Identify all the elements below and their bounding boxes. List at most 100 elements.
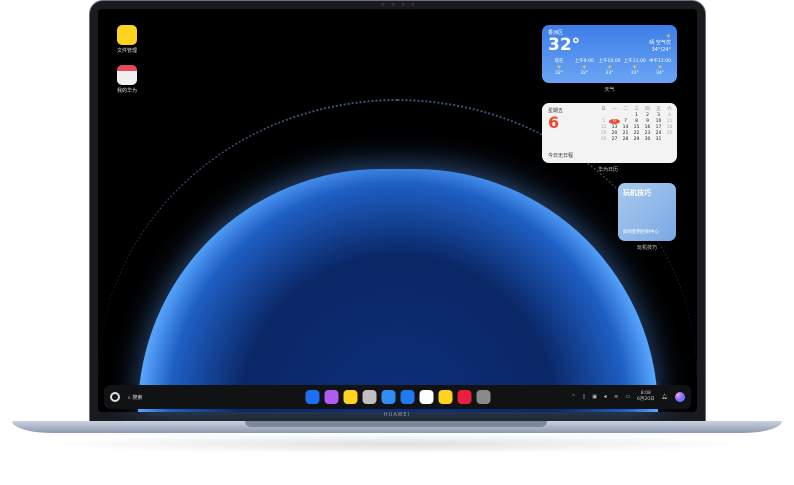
desktop-icon-file-manager[interactable]: 文件管理 [116, 25, 138, 54]
calendar-date[interactable]: 29 [631, 137, 642, 142]
app-gallery-icon[interactable] [457, 390, 471, 404]
tablet-icon[interactable]: ▯ [582, 394, 585, 400]
gallery-folder-icon[interactable] [324, 390, 338, 404]
calendar-date[interactable]: 24 [653, 131, 664, 136]
tips-widget[interactable]: 玩机技巧 如何使用控制中心 [618, 183, 676, 241]
forecast-item: 上午10:00 ☀ 33° [599, 58, 621, 76]
calendar-date[interactable]: 23 [642, 131, 653, 136]
huawei-icon [117, 65, 137, 85]
settings-icon[interactable] [476, 390, 490, 404]
search-label: 搜索 [132, 394, 143, 401]
photos-icon[interactable] [419, 390, 433, 404]
volume-icon[interactable]: 🔊︎ [604, 394, 607, 400]
sun-icon: ☀ [606, 64, 613, 71]
calendar-date[interactable]: 30 [642, 137, 653, 142]
weather-condition: 晴 空气优 [649, 40, 671, 46]
notes-icon[interactable] [343, 390, 357, 404]
calendar-date[interactable]: 27 [609, 137, 620, 142]
battery-icon[interactable]: ▭ [625, 394, 630, 400]
calendar-date[interactable]: 1 [631, 113, 642, 118]
camera [381, 3, 414, 6]
calendar-date[interactable]: 14 [620, 125, 631, 130]
assistant-icon[interactable] [675, 392, 685, 402]
calendar-date[interactable]: 25 [664, 131, 675, 136]
calendar-date[interactable]: 13 [609, 125, 620, 130]
calendar-date[interactable]: 3 [653, 113, 664, 118]
tips-title: 玩机技巧 [623, 189, 651, 197]
calendar-date[interactable]: 17 [653, 125, 664, 130]
calendar-date[interactable]: 4 [664, 113, 675, 118]
calendar-header: 四 [645, 107, 650, 112]
calendar-date[interactable]: 26 [598, 137, 609, 142]
weather-widget[interactable]: 香洲区 32° ☀ 晴 空气优 34°/24° 现在 ☀ 32° 上午9:00 ☀ 32° 上午… [542, 25, 677, 83]
icon-label: 文件管理 [116, 48, 137, 54]
calendar-date[interactable]: 31 [653, 137, 664, 142]
clock-date: 6月20日 [637, 397, 655, 402]
forecast-item: 现在 ☀ 32° [548, 58, 570, 76]
wifi-icon[interactable]: ≋ [614, 394, 618, 400]
forecast-temp: 33° [605, 71, 614, 76]
calendar-date[interactable]: 12 [598, 125, 609, 130]
recycle-bin-icon[interactable] [362, 390, 376, 404]
calendar-grid: 日一二三四五六 1 2 3 4 5 6 7 8 9 10 11 12 13 14 15 16 17 18 19 20 21… [598, 106, 675, 142]
tips-subtitle: 如何使用控制中心 [623, 230, 659, 235]
calendar-date[interactable]: 2 [642, 113, 653, 118]
calendar-date[interactable]: 11 [664, 119, 675, 124]
system-tray: ⌃ ▯ ▣ 🔊︎ ≋ ▭ 8:08 6月20日 🔔︎ [571, 391, 685, 403]
bell-icon[interactable]: 🔔︎ [662, 394, 668, 400]
calendar-date[interactable]: 21 [620, 131, 631, 136]
folder-icon [117, 25, 137, 45]
forecast-item: 中午12:00 ☀ 34° [649, 58, 671, 76]
forecast-temp: 33° [630, 71, 639, 76]
calendar-date[interactable]: 20 [609, 131, 620, 136]
calendar-date [664, 137, 675, 142]
forecast-temp: 34° [656, 71, 664, 76]
chevron-up-icon[interactable]: ⌃ [571, 394, 575, 400]
sun-icon: ☀ [632, 64, 638, 71]
forecast-temp: 32° [555, 71, 563, 76]
sun-icon: ☀ [581, 64, 587, 71]
calendar-date[interactable]: 28 [620, 137, 631, 142]
tips-widget-label: 玩机技巧 [636, 245, 657, 251]
taskbar: ⌕ 搜索 ⌃ ▯ ▣ 🔊︎ ≋ ▭ 8:08 6月20日 🔔︎ [104, 385, 691, 409]
calendar-header: 五 [656, 107, 661, 112]
calendar-date[interactable]: 8 [631, 119, 642, 124]
calendar-no-events: 今日无日程 [548, 153, 574, 159]
clock[interactable]: 8:08 6月20日 [637, 391, 655, 403]
card-icon[interactable] [438, 390, 452, 404]
calendar-header: 二 [623, 107, 628, 112]
calendar-date [598, 113, 609, 118]
calendar-date[interactable]: 19 [598, 131, 609, 136]
screen-icon[interactable]: ▣ [592, 394, 597, 400]
weather-range: 34°/24° [651, 47, 671, 53]
laptop-shadow [40, 434, 754, 454]
calendar-header: 一 [612, 107, 617, 112]
calendar-date[interactable]: 10 [653, 119, 664, 124]
calendar-date[interactable]: 9 [642, 119, 653, 124]
calendar-widget-label: 华为日历 [597, 167, 618, 173]
app-launcher-icon[interactable] [305, 390, 319, 404]
calendar-header: 六 [667, 107, 672, 112]
start-button[interactable] [110, 392, 120, 402]
browser-icon[interactable] [381, 390, 395, 404]
desktop-icon-my-huawei[interactable]: 我的华为 [116, 65, 138, 94]
calendar-date[interactable]: 22 [631, 131, 642, 136]
calendar-widget[interactable]: 星期五 6 今日无日程 日一二三四五六 1 2 3 4 5 6 7 8 9 10 11 12 13 14 15… [542, 103, 677, 163]
dock [305, 390, 490, 404]
calendar-date[interactable]: 16 [642, 125, 653, 130]
calendar-date[interactable]: 18 [664, 125, 675, 130]
weather-forecast: 现在 ☀ 32° 上午9:00 ☀ 32° 上午10:00 ☀ 33° 上午11:00 ☀ 33° 中午… [548, 58, 671, 76]
laptop-notch [245, 421, 547, 427]
desktop-screen: 文件管理 我的华为 香洲区 32° ☀ 晴 空气优 34°/24° 现在 ☀ 32° 上午… [98, 9, 697, 412]
laptop-lid: 文件管理 我的华为 香洲区 32° ☀ 晴 空气优 34°/24° 现在 ☀ 32° 上午… [89, 0, 706, 422]
sun-icon: ☀ [665, 33, 671, 40]
calendar-date[interactable]: 5 [598, 119, 609, 124]
calendar-header: 日 [601, 107, 606, 112]
calendar-date[interactable]: 6 [609, 119, 620, 124]
brand-logo: HUAWEI [383, 412, 411, 418]
search-button[interactable]: ⌕ 搜索 [128, 394, 142, 401]
calendar-date[interactable]: 15 [631, 125, 642, 130]
weather-widget-label: 天气 [604, 87, 615, 93]
mail-icon[interactable] [400, 390, 414, 404]
calendar-date[interactable]: 7 [620, 119, 631, 124]
